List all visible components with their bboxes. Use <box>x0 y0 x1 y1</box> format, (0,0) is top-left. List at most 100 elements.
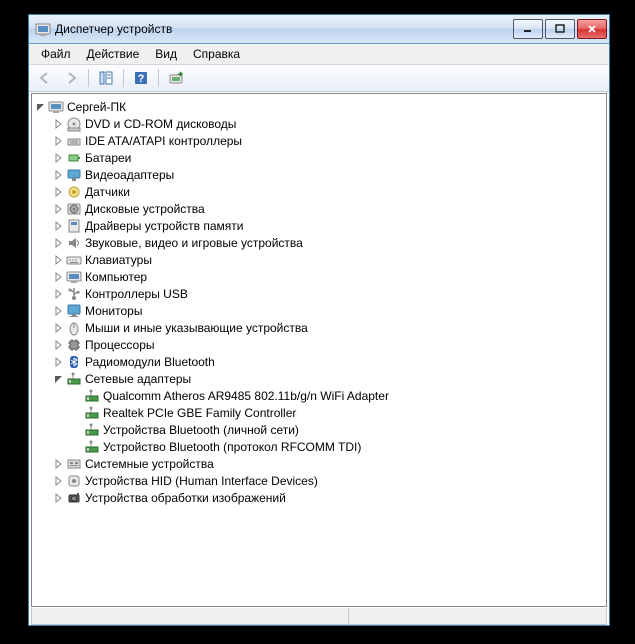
titlebar[interactable]: Диспетчер устройств <box>29 15 609 44</box>
minimize-button[interactable] <box>513 19 543 39</box>
tree-category[interactable]: Контроллеры USB <box>32 285 606 302</box>
tree-category[interactable]: Дисковые устройства <box>32 200 606 217</box>
menubar: Файл Действие Вид Справка <box>29 44 609 65</box>
expand-arrow-icon[interactable] <box>54 255 64 265</box>
expand-arrow-icon[interactable] <box>54 476 64 486</box>
close-button[interactable] <box>577 19 607 39</box>
expand-arrow-icon[interactable] <box>54 187 64 197</box>
net-icon <box>66 371 82 387</box>
expand-arrow-icon[interactable] <box>54 204 64 214</box>
menu-view[interactable]: Вид <box>147 45 185 63</box>
vid-icon <box>66 167 82 183</box>
tree-item-label: Мыши и иные указывающие устройства <box>85 321 308 335</box>
hdd-icon <box>66 201 82 217</box>
pc-icon <box>48 99 64 115</box>
tree-item-label: Звуковые, видео и игровые устройства <box>85 236 303 250</box>
net-icon <box>84 388 100 404</box>
expand-arrow-icon[interactable] <box>54 323 64 333</box>
net-icon <box>84 439 100 455</box>
tree-item-label: Процессоры <box>85 338 155 352</box>
hid-icon <box>66 473 82 489</box>
expand-arrow-icon[interactable] <box>54 493 64 503</box>
collapse-arrow-icon[interactable] <box>54 374 64 384</box>
expand-arrow-icon[interactable] <box>54 136 64 146</box>
expand-arrow-icon[interactable] <box>54 221 64 231</box>
expand-arrow-icon[interactable] <box>54 238 64 248</box>
tree-item-label: IDE ATA/ATAPI контроллеры <box>85 134 242 148</box>
collapse-arrow-icon[interactable] <box>36 102 46 112</box>
sys-icon <box>66 456 82 472</box>
device-tree[interactable]: Сергей-ПК DVD и CD-ROM дисководы IDE ATA/A… <box>31 93 607 607</box>
tree-item-label: Драйверы устройств памяти <box>85 219 243 233</box>
statusbar <box>31 608 607 625</box>
tree-item-label: Контроллеры USB <box>85 287 188 301</box>
tree-category[interactable]: Системные устройства <box>32 455 606 472</box>
menu-action[interactable]: Действие <box>79 45 148 63</box>
snd-icon <box>66 235 82 251</box>
menu-file[interactable]: Файл <box>33 45 79 63</box>
scan-hardware-button[interactable] <box>164 66 188 90</box>
tree-category[interactable]: IDE ATA/ATAPI контроллеры <box>32 132 606 149</box>
forward-button[interactable] <box>59 66 83 90</box>
tree-category[interactable]: Радиомодули Bluetooth <box>32 353 606 370</box>
tree-item-label: Компьютер <box>85 270 147 284</box>
tree-category[interactable]: Процессоры <box>32 336 606 353</box>
tree-device[interactable]: Устройство Bluetooth (протокол RFCOMM TD… <box>32 438 606 455</box>
tree-item-label: Клавиатуры <box>85 253 152 267</box>
bt-icon <box>66 354 82 370</box>
tree-category[interactable]: Устройства обработки изображений <box>32 489 606 506</box>
tree-item-label: Датчики <box>85 185 130 199</box>
tree-category[interactable]: DVD и CD-ROM дисководы <box>32 115 606 132</box>
usb-icon <box>66 286 82 302</box>
separator <box>123 69 124 87</box>
pc-icon <box>66 269 82 285</box>
menu-help[interactable]: Справка <box>185 45 248 63</box>
show-hide-tree-button[interactable] <box>94 66 118 90</box>
tree-device[interactable]: Realtek PCIe GBE Family Controller <box>32 404 606 421</box>
no-arrow <box>72 408 82 418</box>
tree-item-label: DVD и CD-ROM дисководы <box>85 117 236 131</box>
mou-icon <box>66 320 82 336</box>
tree-device[interactable]: Qualcomm Atheros AR9485 802.11b/g/n WiFi… <box>32 387 606 404</box>
no-arrow <box>72 425 82 435</box>
maximize-button[interactable] <box>545 19 575 39</box>
app-icon <box>35 21 51 37</box>
expand-arrow-icon[interactable] <box>54 306 64 316</box>
tree-item-label: Устройства Bluetooth (личной сети) <box>103 423 299 437</box>
tree-category[interactable]: Видеоадаптеры <box>32 166 606 183</box>
ide-icon <box>66 133 82 149</box>
tree-category[interactable]: Батареи <box>32 149 606 166</box>
tree-item-label: Устройства обработки изображений <box>85 491 286 505</box>
expand-arrow-icon[interactable] <box>54 119 64 129</box>
bat-icon <box>66 150 82 166</box>
expand-arrow-icon[interactable] <box>54 272 64 282</box>
tree-category[interactable]: Мыши и иные указывающие устройства <box>32 319 606 336</box>
tree-category[interactable]: Мониторы <box>32 302 606 319</box>
separator <box>158 69 159 87</box>
toolbar: ? <box>29 65 609 92</box>
tree-category[interactable]: Сетевые адаптеры <box>32 370 606 387</box>
sen-icon <box>66 184 82 200</box>
back-button[interactable] <box>33 66 57 90</box>
tree-category[interactable]: Компьютер <box>32 268 606 285</box>
tree-item-label: Realtek PCIe GBE Family Controller <box>103 406 296 420</box>
tree-item-label: Мониторы <box>85 304 142 318</box>
tree-item-label: Видеоадаптеры <box>85 168 174 182</box>
tree-category[interactable]: Устройства HID (Human Interface Devices) <box>32 472 606 489</box>
expand-arrow-icon[interactable] <box>54 459 64 469</box>
tree-item-label: Сетевые адаптеры <box>85 372 191 386</box>
svg-text:?: ? <box>138 73 145 85</box>
expand-arrow-icon[interactable] <box>54 340 64 350</box>
tree-category[interactable]: Звуковые, видео и игровые устройства <box>32 234 606 251</box>
tree-category[interactable]: Датчики <box>32 183 606 200</box>
expand-arrow-icon[interactable] <box>54 153 64 163</box>
tree-item-label: Радиомодули Bluetooth <box>85 355 215 369</box>
tree-device[interactable]: Устройства Bluetooth (личной сети) <box>32 421 606 438</box>
expand-arrow-icon[interactable] <box>54 170 64 180</box>
tree-category[interactable]: Драйверы устройств памяти <box>32 217 606 234</box>
tree-category[interactable]: Клавиатуры <box>32 251 606 268</box>
help-button[interactable]: ? <box>129 66 153 90</box>
expand-arrow-icon[interactable] <box>54 289 64 299</box>
tree-root[interactable]: Сергей-ПК <box>32 98 606 115</box>
expand-arrow-icon[interactable] <box>54 357 64 367</box>
